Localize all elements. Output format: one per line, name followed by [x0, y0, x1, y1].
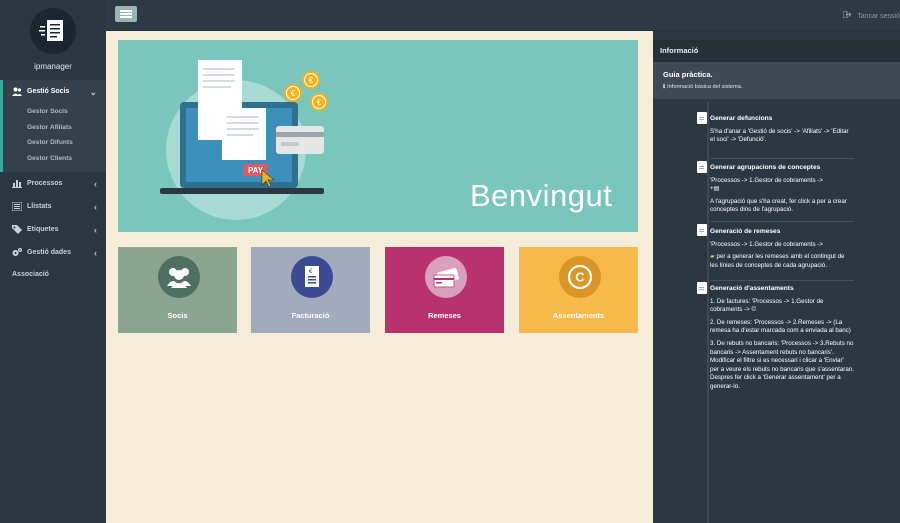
entry-remeses: Generació de remeses 'Processos -> 1.Ges… — [710, 228, 854, 274]
entry-title: Generar agrupacions de conceptes — [710, 164, 821, 171]
timeline-line — [707, 102, 709, 523]
svg-text:€: € — [291, 89, 296, 98]
info-panel: Informació Guia pràctica. ℹ Informació bà… — [653, 40, 900, 523]
tile-label: Facturació — [291, 311, 330, 320]
topbar: Tancar sessió — [106, 0, 900, 31]
entry-text-line: 1. De factures: 'Processos -> 1.Gestor d… — [710, 297, 824, 314]
entry-assentaments: Generació d'assentaments 1. De factures:… — [710, 285, 854, 396]
tile-label: Assentaments — [552, 311, 605, 320]
entry-text: 'Processos -> 1.Gestor de cobraments -> — [710, 240, 823, 248]
list-icon — [12, 202, 22, 211]
tile-label: Socis — [167, 311, 188, 320]
svg-text:€: € — [309, 76, 314, 85]
entry-text-line: 'Processos -> 1.Gestor de cobraments -> — [710, 176, 823, 184]
tag-icon — [12, 225, 22, 234]
entry-title: Generar defuncions — [710, 115, 773, 122]
sidebar-item-processos[interactable]: Processos ‹ — [0, 172, 106, 195]
users-icon — [12, 87, 22, 96]
tile-remeses[interactable]: Remeses — [385, 247, 504, 333]
sidebar-item-associacio[interactable]: Associació — [0, 264, 106, 286]
entry-text-line: per a generar les remeses amb el conting… — [710, 253, 845, 269]
svg-text:€: € — [317, 98, 322, 107]
entry-agrupacions: Generar agrupacions de conceptes 'Proces… — [710, 164, 854, 219]
add-icon: +▤ — [710, 185, 720, 193]
chevron-left-icon: ‹ — [94, 179, 97, 189]
laptop-payment-illustration: PAY € € € — [160, 60, 328, 220]
invoice-icon: € — [291, 256, 333, 298]
entry-text: A l'agrupació que s'ha creat, fer click … — [710, 197, 847, 214]
chevron-left-icon: ‹ — [94, 202, 97, 212]
sidebar: ipmanager Gestió Socis ⌄ Gestor Socis Ge… — [0, 0, 106, 523]
sidebar-item-gestio-socis[interactable]: Gestió Socis ⌄ — [0, 80, 106, 102]
copyright-icon: © — [751, 306, 757, 314]
entry-text: 3. De rebuts no bancaris: 'Processos -> … — [710, 339, 854, 390]
sidebar-item-label: Gestió Socis — [27, 87, 70, 95]
guide-box: Guia pràctica. ℹ Informació bàsica del si… — [653, 62, 900, 99]
entry-text: 2. De remeses: 'Processos -> 2.Remeses -… — [710, 318, 851, 335]
sidebar-item-label: Etiquetes — [27, 226, 59, 233]
entry-text: ▰ per a generar les remeses amb el conti… — [710, 253, 854, 270]
subnav-item-gestor-afiliats[interactable]: Gestor Afiliats — [3, 120, 106, 136]
sidebar-item-label: Processos — [27, 180, 63, 187]
panel-title: Informació — [653, 40, 900, 62]
guide-title: Guia pràctica. — [663, 70, 713, 79]
pay-label: PAY — [248, 166, 264, 175]
sidebar-item-label: Llistats — [27, 203, 52, 210]
guide-subtitle-text: Informació bàsica del sistema. — [667, 84, 743, 90]
cogs-icon — [12, 248, 22, 256]
guide-subtitle: ℹ Informació bàsica del sistema. — [663, 84, 900, 90]
logo-icon — [30, 8, 76, 54]
tile-assentaments[interactable]: C Assentaments — [519, 247, 638, 333]
info-icon: ℹ — [663, 84, 666, 90]
welcome-title: Benvingut — [470, 178, 613, 213]
entry-text: 'Processos -> 1.Gestor de cobraments -> +… — [710, 177, 854, 194]
main-content: PAY € € € Benvingut Socis € Facturació R… — [106, 31, 653, 523]
svg-text:C: C — [575, 270, 585, 285]
sidebar-item-llistats[interactable]: Llistats ‹ — [0, 195, 106, 218]
bar-chart-icon — [12, 180, 22, 188]
logo-area: ipmanager — [0, 0, 106, 80]
entry-text: S'ha d'anar a 'Gestió de socis' -> 'Afil… — [710, 127, 849, 144]
entry-title: Generació d'assentaments — [710, 285, 794, 292]
chevron-down-icon: ⌄ — [89, 87, 97, 97]
copyright-icon: C — [559, 256, 601, 298]
divider — [710, 158, 854, 159]
tile-facturacio[interactable]: € Facturació — [251, 247, 370, 333]
sidebar-item-label: Gestió dades — [27, 249, 71, 256]
menu-toggle-button[interactable] — [115, 6, 137, 22]
subnav-item-gestor-socis[interactable]: Gestor Socis — [3, 104, 106, 120]
chevron-left-icon: ‹ — [94, 248, 97, 258]
logout-label: Tancar sessió — [857, 13, 900, 20]
chevron-left-icon: ‹ — [94, 225, 97, 235]
users-icon — [158, 256, 200, 298]
divider — [710, 221, 854, 222]
money-icon: ▰ — [710, 253, 715, 261]
document-icon — [697, 282, 707, 294]
sidebar-item-etiquetes[interactable]: Etiquetes ‹ — [0, 218, 106, 241]
tile-socis[interactable]: Socis — [118, 247, 237, 333]
document-icon — [697, 224, 707, 236]
entry-text: 1. De factures: 'Processos -> 1.Gestor d… — [710, 298, 854, 315]
subnav-item-gestor-clients[interactable]: Gestor Clients — [3, 151, 106, 167]
divider — [710, 280, 854, 281]
sign-out-icon — [843, 11, 852, 18]
entry-title: Generació de remeses — [710, 228, 781, 235]
sidebar-item-gestio-dades[interactable]: Gestió dades ‹ — [0, 241, 106, 264]
document-icon — [697, 161, 707, 173]
logout-link[interactable]: Tancar sessió — [843, 11, 900, 20]
subnav-item-gestor-difunts[interactable]: Gestor Difunts — [3, 135, 106, 151]
tile-label: Remeses — [428, 311, 461, 320]
credit-cards-icon — [425, 256, 467, 298]
logo-text: ipmanager — [34, 62, 72, 71]
welcome-banner: PAY € € € Benvingut — [118, 40, 638, 232]
entry-defuncions: Generar defuncions S'ha d'anar a 'Gestió… — [710, 115, 854, 149]
subnav: Gestor Socis Gestor Afiliats Gestor Difu… — [0, 102, 106, 172]
document-icon — [697, 112, 707, 124]
